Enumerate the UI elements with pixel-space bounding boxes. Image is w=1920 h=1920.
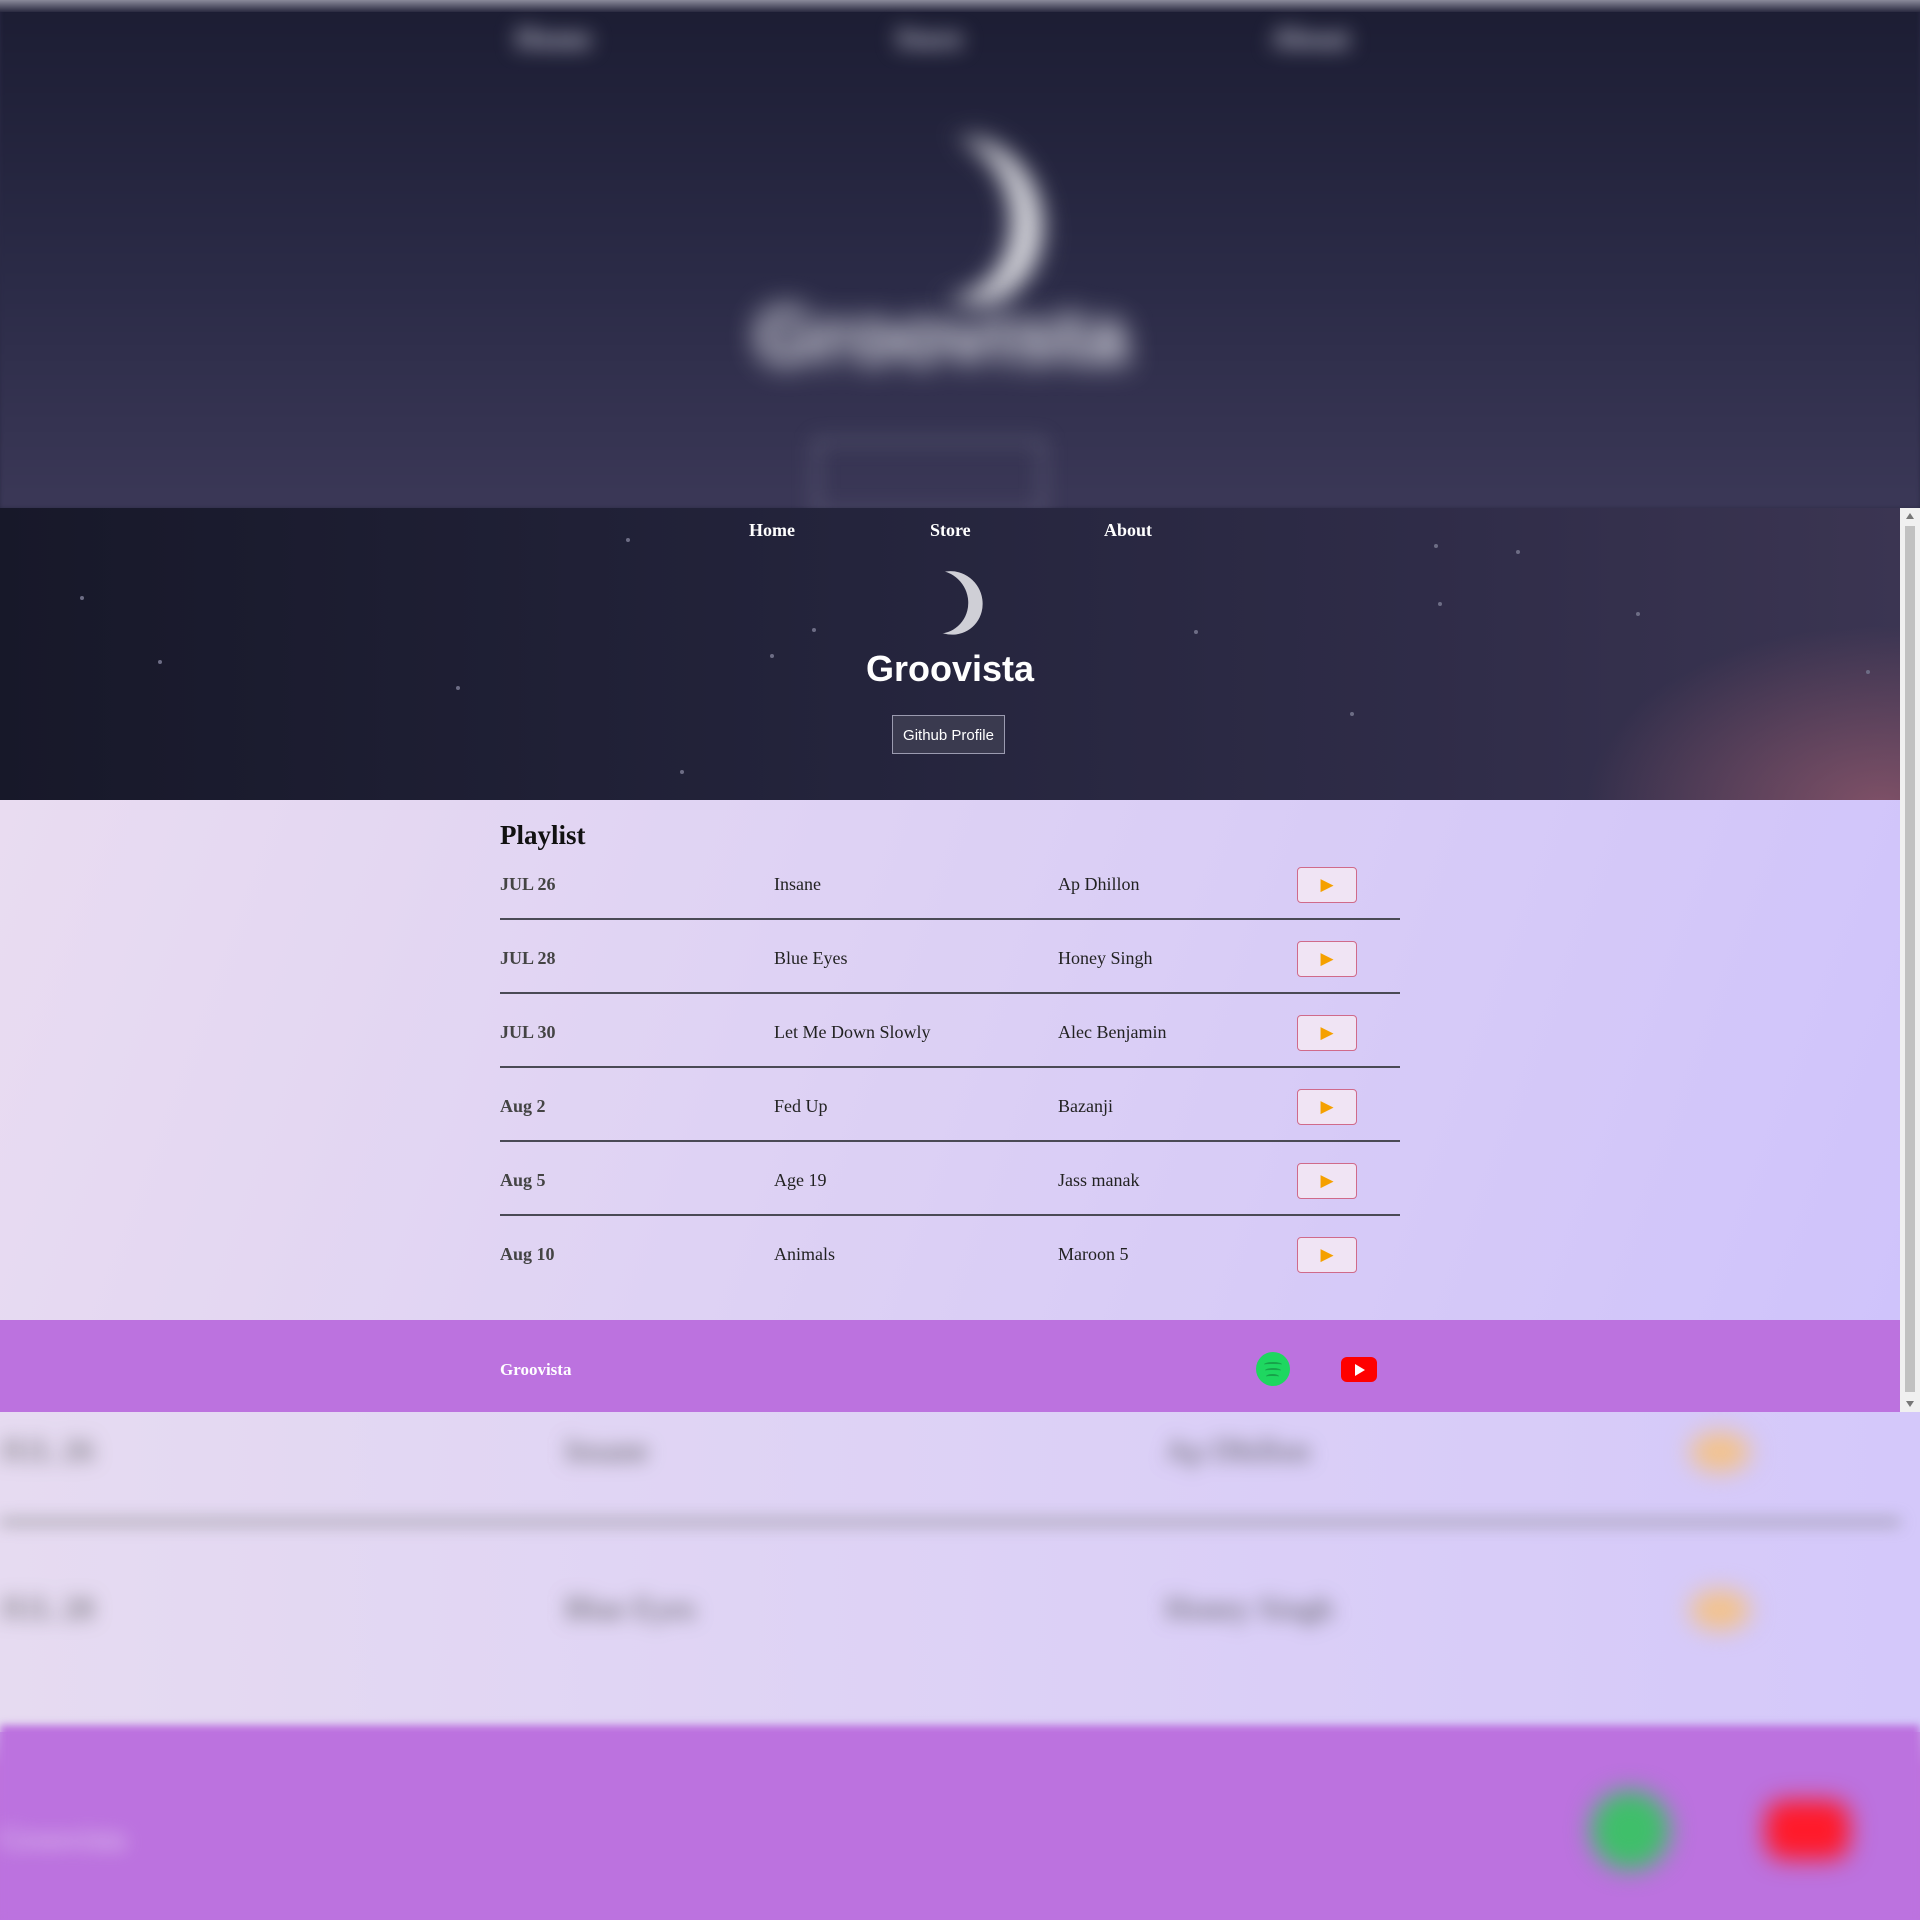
backdrop-row-date: JUL 26 xyxy=(0,1432,94,1468)
play-button[interactable]: ▶ xyxy=(1297,867,1357,903)
star xyxy=(1438,602,1442,606)
star xyxy=(1350,712,1354,716)
track-title: Animals xyxy=(774,1244,835,1264)
track-date: JUL 30 xyxy=(500,1022,556,1042)
track-artist: Bazanji xyxy=(1058,1096,1113,1116)
hero-section: Home Store About Groovista Github Profil… xyxy=(0,508,1900,800)
backdrop-github-button xyxy=(815,440,1044,514)
scrollbar-thumb[interactable] xyxy=(1905,526,1915,1392)
top-nav: Home Store About xyxy=(0,514,1900,544)
playlist-section: Playlist JUL 26 Insane Ap Dhillon ▶ JUL … xyxy=(0,800,1900,1320)
crescent-moon-icon xyxy=(894,559,980,645)
track-title: Fed Up xyxy=(774,1096,828,1116)
backdrop-row-song: Insane xyxy=(565,1432,649,1468)
playlist-row: JUL 26 Insane Ap Dhillon ▶ xyxy=(500,859,1400,933)
play-button[interactable]: ▶ xyxy=(1297,1163,1357,1199)
youtube-play-triangle xyxy=(1355,1364,1365,1376)
track-artist: Alec Benjamin xyxy=(1058,1022,1167,1042)
track-title: Age 19 xyxy=(774,1170,827,1190)
track-title: Let Me Down Slowly xyxy=(774,1022,931,1042)
play-icon: ▶ xyxy=(1320,1171,1334,1190)
playlist-row: Aug 2 Fed Up Bazanji ▶ xyxy=(500,1081,1400,1155)
backdrop-top-edge xyxy=(0,0,1920,12)
playlist-heading: Playlist xyxy=(500,820,586,850)
scroll-up-arrow-icon[interactable] xyxy=(1906,513,1914,519)
star xyxy=(680,770,684,774)
play-icon: ▶ xyxy=(1320,875,1334,894)
star xyxy=(812,628,816,632)
scroll-down-arrow-icon[interactable] xyxy=(1906,1401,1914,1407)
vertical-scrollbar[interactable] xyxy=(1900,508,1920,1412)
star xyxy=(80,596,84,600)
star xyxy=(1434,544,1438,548)
row-divider xyxy=(500,992,1400,994)
play-icon: ▶ xyxy=(1320,949,1334,968)
playlist-row: Aug 5 Age 19 Jass manak ▶ xyxy=(500,1155,1400,1229)
playlist-row: JUL 30 Let Me Down Slowly Alec Benjamin … xyxy=(500,1007,1400,1081)
play-button[interactable]: ▶ xyxy=(1297,941,1357,977)
backdrop-playlist xyxy=(0,1412,1920,1732)
backdrop-play-icon xyxy=(1690,1590,1750,1630)
track-title: Blue Eyes xyxy=(774,948,848,968)
track-title: Insane xyxy=(774,874,821,894)
nav-home-link[interactable]: Home xyxy=(749,520,795,541)
backdrop-row-date: JUL 28 xyxy=(0,1590,94,1626)
github-profile-button[interactable]: Github Profile xyxy=(892,715,1005,754)
backdrop-row-song: Blue Eyes xyxy=(565,1590,696,1626)
playlist-row: JUL 28 Blue Eyes Honey Singh ▶ xyxy=(500,933,1400,1007)
star xyxy=(1194,630,1198,634)
play-button[interactable]: ▶ xyxy=(1297,1089,1357,1125)
spotify-wave xyxy=(1264,1362,1282,1367)
page-viewport: Home Store About Groovista Github Profil… xyxy=(0,508,1920,1412)
backdrop-nav-home: Home xyxy=(515,22,592,55)
track-artist: Jass manak xyxy=(1058,1170,1140,1190)
play-icon: ▶ xyxy=(1320,1097,1334,1116)
spotify-wave xyxy=(1265,1368,1281,1373)
backdrop-nav-about: About xyxy=(1270,22,1351,55)
row-divider xyxy=(500,1214,1400,1216)
star xyxy=(1636,612,1640,616)
site-title: Groovista xyxy=(865,648,1035,689)
row-divider xyxy=(500,1066,1400,1068)
backdrop-play-icon xyxy=(1690,1432,1750,1472)
row-divider xyxy=(500,1140,1400,1142)
spotify-icon[interactable] xyxy=(1256,1352,1290,1386)
backdrop-separator xyxy=(0,1520,1900,1524)
track-artist: Ap Dhillon xyxy=(1058,874,1140,894)
track-date: JUL 26 xyxy=(500,874,556,894)
footer-brand: Groovista xyxy=(500,1360,572,1379)
backdrop-youtube-icon xyxy=(1765,1800,1850,1860)
track-date: Aug 2 xyxy=(500,1096,546,1116)
track-date: Aug 10 xyxy=(500,1244,555,1264)
track-artist: Maroon 5 xyxy=(1058,1244,1129,1264)
track-artist: Honey Singh xyxy=(1058,948,1153,968)
backdrop-footer-brand: Groovista xyxy=(0,1820,127,1856)
site-footer: Groovista xyxy=(0,1320,1900,1412)
row-divider xyxy=(500,918,1400,920)
playlist-row: Aug 10 Animals Maroon 5 ▶ xyxy=(500,1229,1400,1303)
backdrop-title: Groovista xyxy=(755,291,1129,380)
play-icon: ▶ xyxy=(1320,1023,1334,1042)
play-button[interactable]: ▶ xyxy=(1297,1237,1357,1273)
nav-about-link[interactable]: About xyxy=(1104,520,1152,541)
nav-store-link[interactable]: Store xyxy=(930,520,971,541)
star xyxy=(1516,550,1520,554)
track-date: Aug 5 xyxy=(500,1170,546,1190)
backdrop-spotify-icon xyxy=(1590,1790,1670,1870)
play-icon: ▶ xyxy=(1320,1245,1334,1264)
play-button[interactable]: ▶ xyxy=(1297,1015,1357,1051)
backdrop-row-artist: Ap Dhillon xyxy=(1165,1432,1310,1468)
backdrop-nav-store: Store xyxy=(895,22,963,55)
backdrop-row-artist: Honey Singh xyxy=(1165,1590,1333,1626)
spotify-wave xyxy=(1266,1374,1279,1379)
track-date: JUL 28 xyxy=(500,948,556,968)
youtube-icon[interactable] xyxy=(1341,1357,1377,1382)
